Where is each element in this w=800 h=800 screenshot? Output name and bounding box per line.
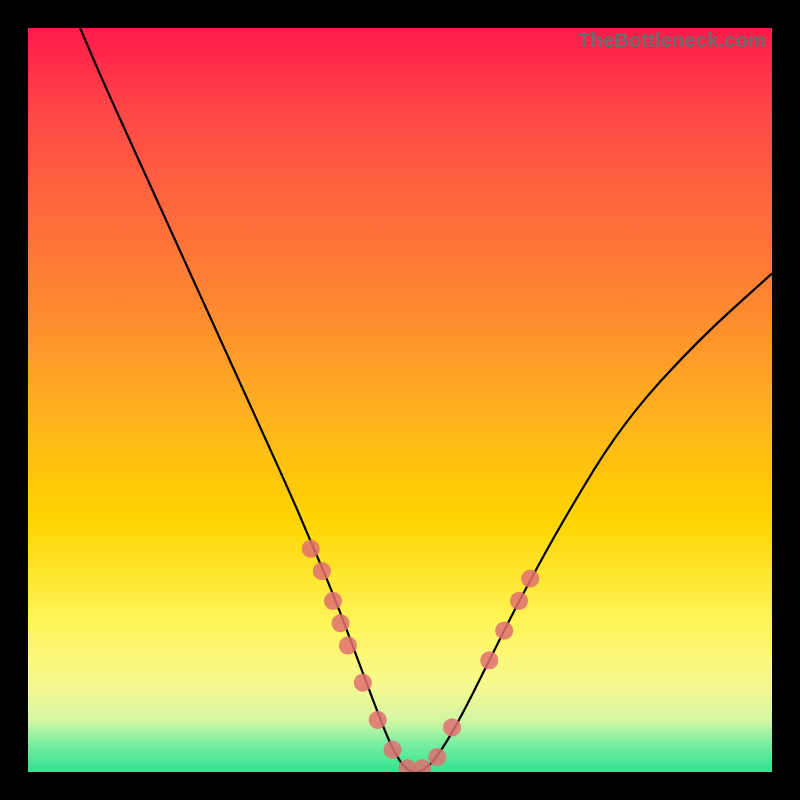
uncertainty-dot	[302, 540, 320, 558]
chart-frame: TheBottleneck.com	[0, 0, 800, 800]
uncertainty-dot	[324, 592, 342, 610]
bottleneck-curve	[28, 28, 772, 772]
plot-area: TheBottleneck.com	[28, 28, 772, 772]
uncertainty-dot	[443, 718, 461, 736]
uncertainty-dot	[413, 759, 431, 772]
uncertainty-dot	[384, 741, 402, 759]
uncertainty-dot	[332, 614, 350, 632]
uncertainty-dot	[428, 748, 446, 766]
uncertainty-dot	[369, 711, 387, 729]
uncertainty-dot	[521, 570, 539, 588]
uncertainty-dots	[302, 540, 540, 772]
uncertainty-dot	[354, 674, 372, 692]
uncertainty-dot	[339, 637, 357, 655]
uncertainty-dot	[480, 651, 498, 669]
curve-path	[80, 28, 772, 772]
uncertainty-dot	[510, 592, 528, 610]
uncertainty-dot	[495, 622, 513, 640]
uncertainty-dot	[313, 562, 331, 580]
